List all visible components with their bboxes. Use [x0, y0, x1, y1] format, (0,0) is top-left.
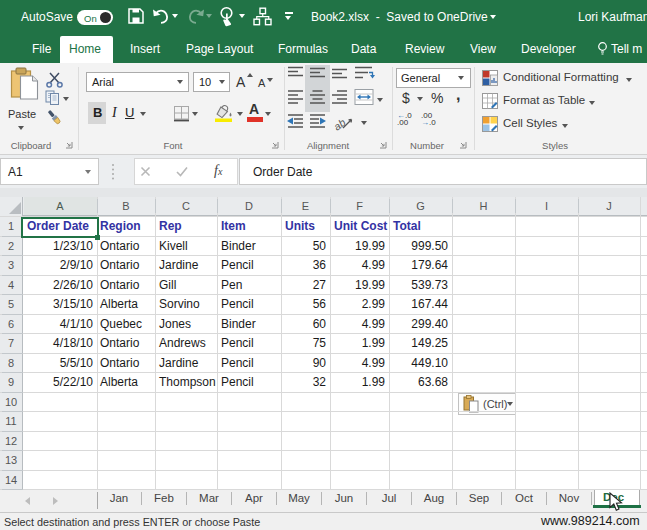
- svg-text:ab: ab: [331, 116, 348, 133]
